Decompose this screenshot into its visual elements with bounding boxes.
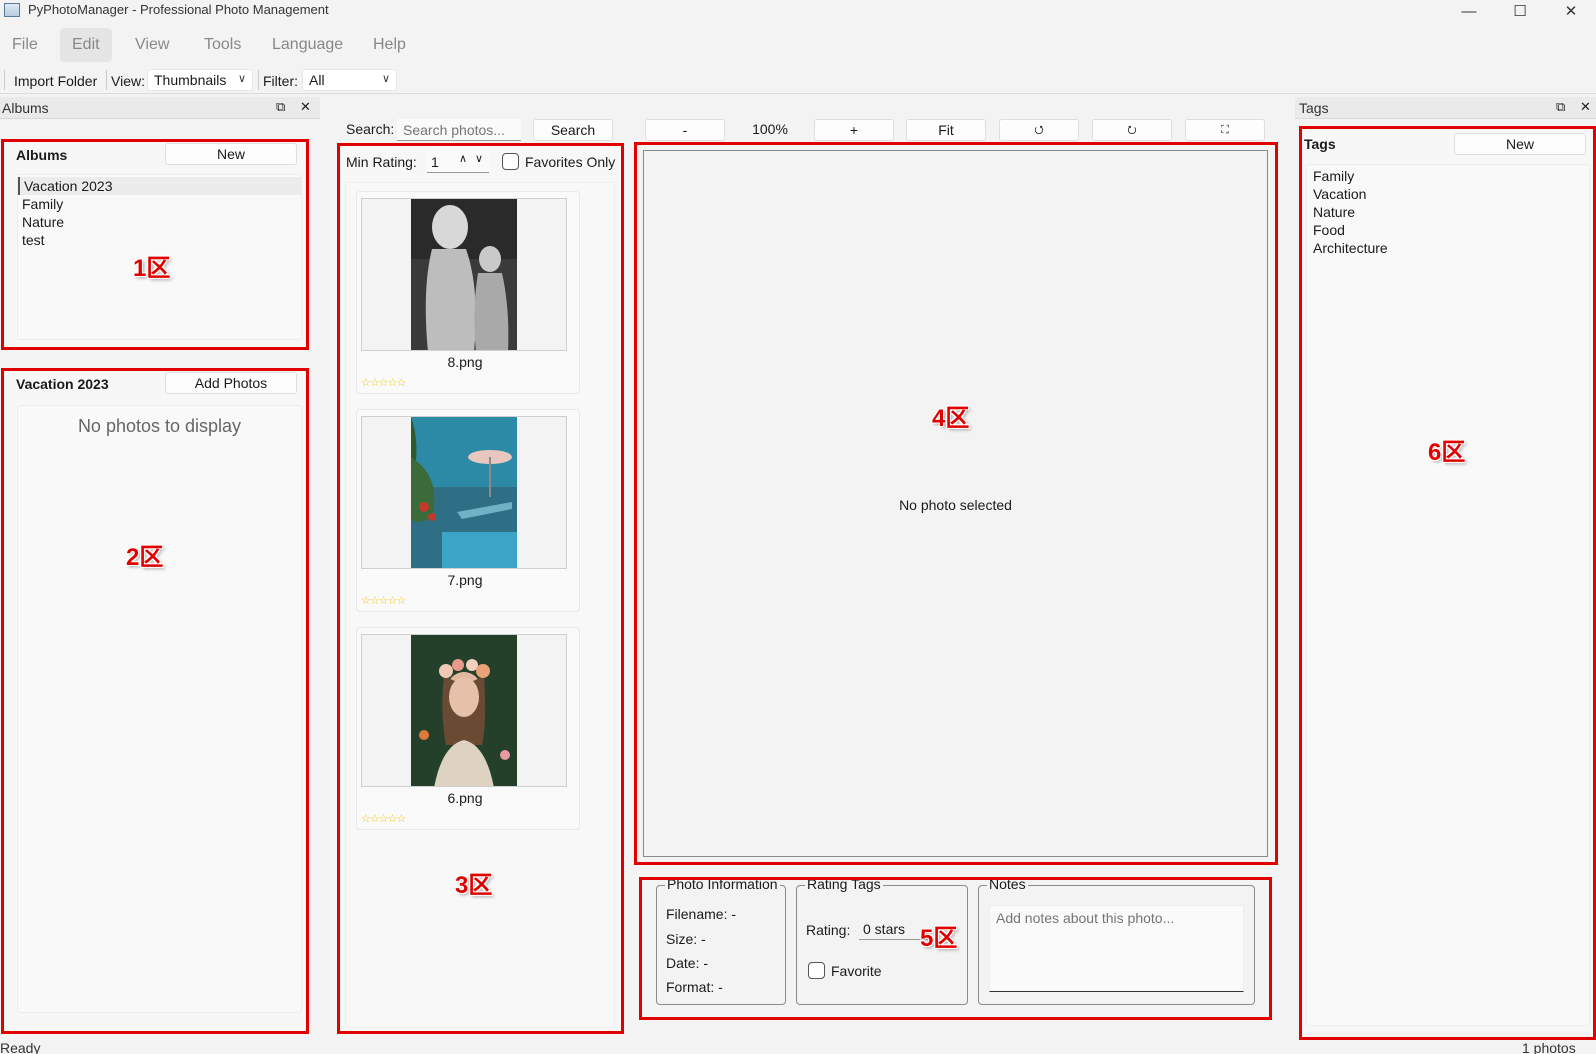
float-dock-icon[interactable]: ⧉ xyxy=(276,99,285,115)
status-text: Ready xyxy=(0,1040,41,1054)
menu-edit[interactable]: Edit xyxy=(60,28,112,62)
filter-combo[interactable]: All ∨ xyxy=(302,69,397,91)
close-window-button[interactable]: ✕ xyxy=(1548,0,1594,22)
menu-tools[interactable]: Tools xyxy=(192,28,253,62)
title-bar: PyPhotoManager - Professional Photo Mana… xyxy=(0,0,1596,22)
zoom-in-button[interactable]: + xyxy=(814,119,894,141)
zone-6-outline xyxy=(1299,126,1596,1040)
tags-dock-title: Tags xyxy=(1299,100,1329,116)
zoom-level: 100% xyxy=(752,121,788,137)
fullscreen-icon: ⛶ xyxy=(1221,123,1229,136)
fit-button[interactable]: Fit xyxy=(906,119,986,141)
app-icon xyxy=(4,3,20,17)
menu-bar: File Edit View Tools Language Help xyxy=(0,28,1596,64)
rotate-right-icon: ⭮ xyxy=(1127,123,1137,136)
zone-1-label: 1区 xyxy=(133,255,171,282)
minimize-button[interactable]: — xyxy=(1446,0,1492,22)
zone-1-outline xyxy=(1,139,309,350)
toolbar-separator xyxy=(106,70,107,90)
zoom-out-button[interactable]: - xyxy=(645,119,725,141)
maximize-button[interactable]: ☐ xyxy=(1497,0,1543,22)
albums-dock-title: Albums xyxy=(2,100,49,116)
window-title: PyPhotoManager - Professional Photo Mana… xyxy=(28,2,329,17)
photo-count: 1 photos xyxy=(1522,1040,1576,1054)
close-dock-icon[interactable]: ✕ xyxy=(300,99,311,115)
zone-4-outline xyxy=(634,142,1278,865)
close-dock-icon[interactable]: ✕ xyxy=(1580,99,1591,115)
view-mode-combo[interactable]: Thumbnails ∨ xyxy=(147,69,253,91)
fullscreen-button[interactable]: ⛶ xyxy=(1185,119,1265,141)
zone-4-label: 4区 xyxy=(932,405,970,432)
toolbar-separator xyxy=(258,70,259,90)
rotate-left-icon: ⭯ xyxy=(1034,123,1044,136)
import-folder-button[interactable]: Import Folder xyxy=(14,73,97,89)
zone-5-label: 5区 xyxy=(920,925,958,952)
albums-dock-header[interactable]: Albums ⧉ ✕ xyxy=(0,97,320,119)
rotate-right-button[interactable]: ⭮ xyxy=(1092,119,1172,141)
toolbar-grip xyxy=(4,70,5,90)
zone-2-outline xyxy=(1,368,309,1034)
view-mode-value: Thumbnails xyxy=(154,72,227,88)
view-label: View: xyxy=(111,73,145,89)
menu-view[interactable]: View xyxy=(123,28,181,62)
filter-value: All xyxy=(309,72,325,88)
search-label: Search: xyxy=(346,121,395,137)
zone-2-label: 2区 xyxy=(126,544,164,571)
search-button[interactable]: Search xyxy=(533,119,613,141)
zone-3-label: 3区 xyxy=(455,872,493,899)
chevron-down-icon: ∨ xyxy=(237,73,246,85)
filter-label: Filter: xyxy=(263,73,298,89)
float-dock-icon[interactable]: ⧉ xyxy=(1556,99,1565,115)
menu-file[interactable]: File xyxy=(0,28,50,62)
rotate-left-button[interactable]: ⭯ xyxy=(999,119,1079,141)
toolbar: Import Folder View: Thumbnails ∨ Filter:… xyxy=(0,66,1596,94)
menu-help[interactable]: Help xyxy=(361,28,418,62)
tags-dock-header[interactable]: Tags ⧉ ✕ xyxy=(1295,97,1596,119)
zone-3-outline xyxy=(337,143,624,1034)
search-input[interactable] xyxy=(397,119,521,141)
zone-6-label: 6区 xyxy=(1428,439,1466,466)
chevron-down-icon: ∨ xyxy=(381,73,390,85)
menu-language[interactable]: Language xyxy=(260,28,355,62)
